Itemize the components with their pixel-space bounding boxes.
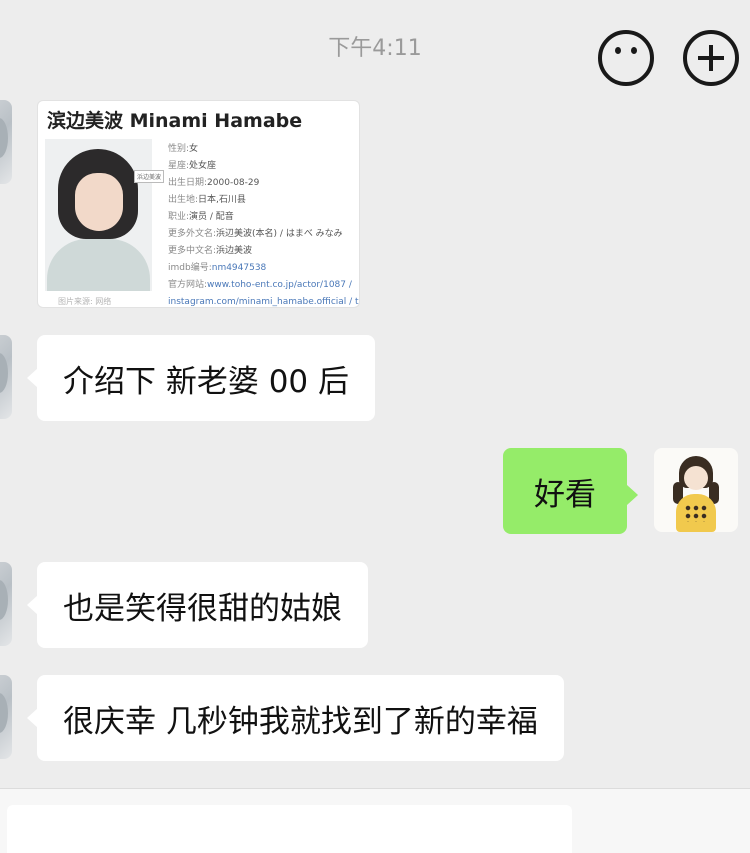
info-row: 职业:演员 / 配音: [168, 212, 234, 222]
user-avatar[interactable]: [654, 448, 738, 532]
info-row: instagram.com/minami_hamabe.official / t: [168, 297, 359, 307]
message-bubble-received[interactable]: 也是笑得很甜的姑娘: [27, 562, 368, 648]
chat-input-bar: [0, 788, 750, 853]
info-row: 出生日期:2000-08-29: [168, 178, 260, 188]
photo-tag: 浜边美波: [134, 170, 165, 183]
message-text: 也是笑得很甜的姑娘: [63, 590, 342, 627]
contact-avatar[interactable]: [0, 675, 12, 759]
card-title: 滨边美波 Minami Hamabe: [47, 110, 303, 132]
info-row: imdb编号:nm4947538: [168, 263, 267, 273]
plus-icon[interactable]: [683, 30, 739, 86]
contact-avatar[interactable]: [0, 335, 12, 419]
emoji-icon[interactable]: [598, 30, 654, 86]
info-row: 更多中文名:浜边美波: [168, 246, 253, 256]
info-row: 出生地:日本,石川县: [168, 195, 246, 205]
message-text: 很庆幸 几秒钟我就找到了新的幸福: [63, 703, 538, 740]
shared-profile-card[interactable]: 滨边美波 Minami Hamabe 浜边美波 图片来源: 网络 性别:女 星座…: [37, 100, 360, 308]
message-bubble-received[interactable]: 很庆幸 几秒钟我就找到了新的幸福: [27, 675, 564, 761]
message-input[interactable]: [7, 805, 572, 853]
message-text: 好看: [534, 476, 596, 513]
info-row: 更多外文名:浜辺美波(本名) / はまべ みなみ: [168, 229, 343, 239]
message-bubble-received[interactable]: 介绍下 新老婆 00 后: [26, 335, 376, 421]
profile-info-list: 性别:女 星座:处女座 出生日期:2000-08-29 出生地:日本,石川县 职…: [168, 141, 359, 307]
message-text: 介绍下 新老婆 00 后: [63, 363, 350, 400]
contact-avatar[interactable]: [0, 100, 12, 184]
info-row: 官方网站:www.toho-ent.co.jp/actor/1087 /: [168, 280, 352, 290]
profile-photo: [45, 139, 152, 291]
info-row: 性别:女: [168, 144, 199, 154]
contact-avatar[interactable]: [0, 562, 12, 646]
photo-caption: 图片来源: 网络: [58, 297, 112, 306]
message-bubble-sent[interactable]: 好看: [503, 448, 638, 534]
info-row: 星座:处女座: [168, 161, 217, 171]
